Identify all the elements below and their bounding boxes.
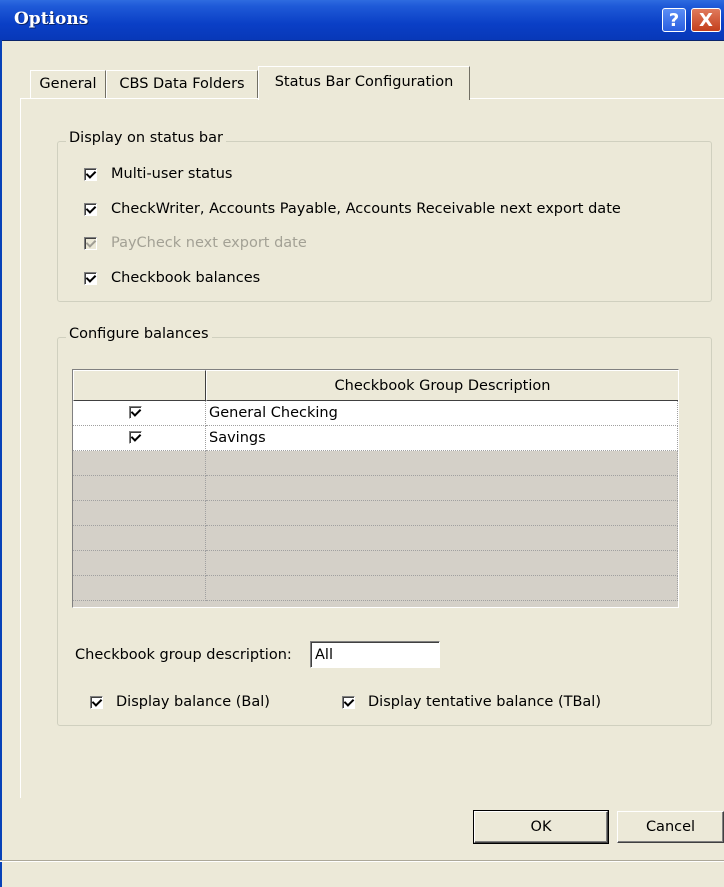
tab-cbs-data-folders[interactable]: CBS Data Folders <box>106 70 258 98</box>
savings-checkbox[interactable] <box>129 431 142 444</box>
cancel-button[interactable]: Cancel <box>617 811 724 843</box>
configure-balances-title: Configure balances <box>66 326 212 342</box>
display-tentative-balance-checkbox[interactable] <box>342 696 355 709</box>
grid-cell-empty <box>206 451 678 476</box>
window-border <box>0 40 2 887</box>
table-row-empty <box>73 551 678 576</box>
grid-cell-empty <box>206 526 678 551</box>
grid-cell-empty <box>73 551 206 576</box>
grid-cell-select <box>73 426 206 451</box>
grid-cell-empty <box>206 551 678 576</box>
grid-cell-empty <box>206 576 678 601</box>
grid-header-select <box>73 370 206 401</box>
table-row-empty <box>73 451 678 476</box>
table-row-empty <box>73 526 678 551</box>
next-export-date-checkbox[interactable] <box>84 203 97 216</box>
grid-cell-select <box>73 401 206 426</box>
grid-cell-description[interactable]: General Checking <box>206 401 678 426</box>
next-export-date-label: CheckWriter, Accounts Payable, Accounts … <box>111 201 621 217</box>
display-tentative-balance-label: Display tentative balance (TBal) <box>368 694 601 710</box>
checkbook-group-description-label: Checkbook group description: <box>75 647 292 663</box>
grid-cell-empty <box>73 526 206 551</box>
tab-cbs-data-folders-label: CBS Data Folders <box>119 76 245 92</box>
grid-header-description[interactable]: Checkbook Group Description <box>206 370 678 401</box>
status-separator <box>0 860 724 862</box>
display-group-title: Display on status bar <box>66 130 226 146</box>
ok-button[interactable]: OK <box>473 810 609 844</box>
checkbook-balances-label: Checkbook balances <box>111 270 261 286</box>
help-icon: ? <box>668 10 680 31</box>
multi-user-status-checkbox[interactable] <box>84 168 97 181</box>
grid-cell-description[interactable]: Savings <box>206 426 678 451</box>
close-button[interactable]: X <box>691 8 721 32</box>
display-balance-label: Display balance (Bal) <box>116 694 270 710</box>
grid-cell-empty <box>73 576 206 601</box>
table-row[interactable]: General Checking <box>73 401 678 426</box>
checkbook-groups-grid[interactable]: Checkbook Group Description General Chec… <box>72 369 679 608</box>
table-row-empty <box>73 501 678 526</box>
close-icon: X <box>699 10 713 31</box>
table-row-empty <box>73 576 678 601</box>
tab-status-bar-configuration-label: Status Bar Configuration <box>274 74 454 90</box>
grid-cell-empty <box>73 476 206 501</box>
paycheck-export-date-checkbox <box>84 237 97 250</box>
tab-general-label: General <box>39 76 97 92</box>
title-bar[interactable]: Options ? X <box>0 0 724 41</box>
general-checking-checkbox[interactable] <box>129 406 142 419</box>
table-row[interactable]: Savings <box>73 426 678 451</box>
table-row-empty <box>73 476 678 501</box>
tab-general[interactable]: General <box>30 70 106 98</box>
window-title: Options <box>14 9 89 29</box>
grid-cell-empty <box>206 501 678 526</box>
tab-status-bar-configuration[interactable]: Status Bar Configuration <box>258 66 470 100</box>
checkbook-balances-checkbox[interactable] <box>84 272 97 285</box>
grid-cell-empty <box>73 501 206 526</box>
grid-cell-empty <box>73 451 206 476</box>
help-button[interactable]: ? <box>662 8 686 32</box>
display-balance-checkbox[interactable] <box>90 696 103 709</box>
paycheck-export-date-label: PayCheck next export date <box>111 235 307 251</box>
checkbook-group-description-input[interactable] <box>310 641 440 668</box>
multi-user-status-label: Multi-user status <box>111 166 233 182</box>
grid-cell-empty <box>206 476 678 501</box>
